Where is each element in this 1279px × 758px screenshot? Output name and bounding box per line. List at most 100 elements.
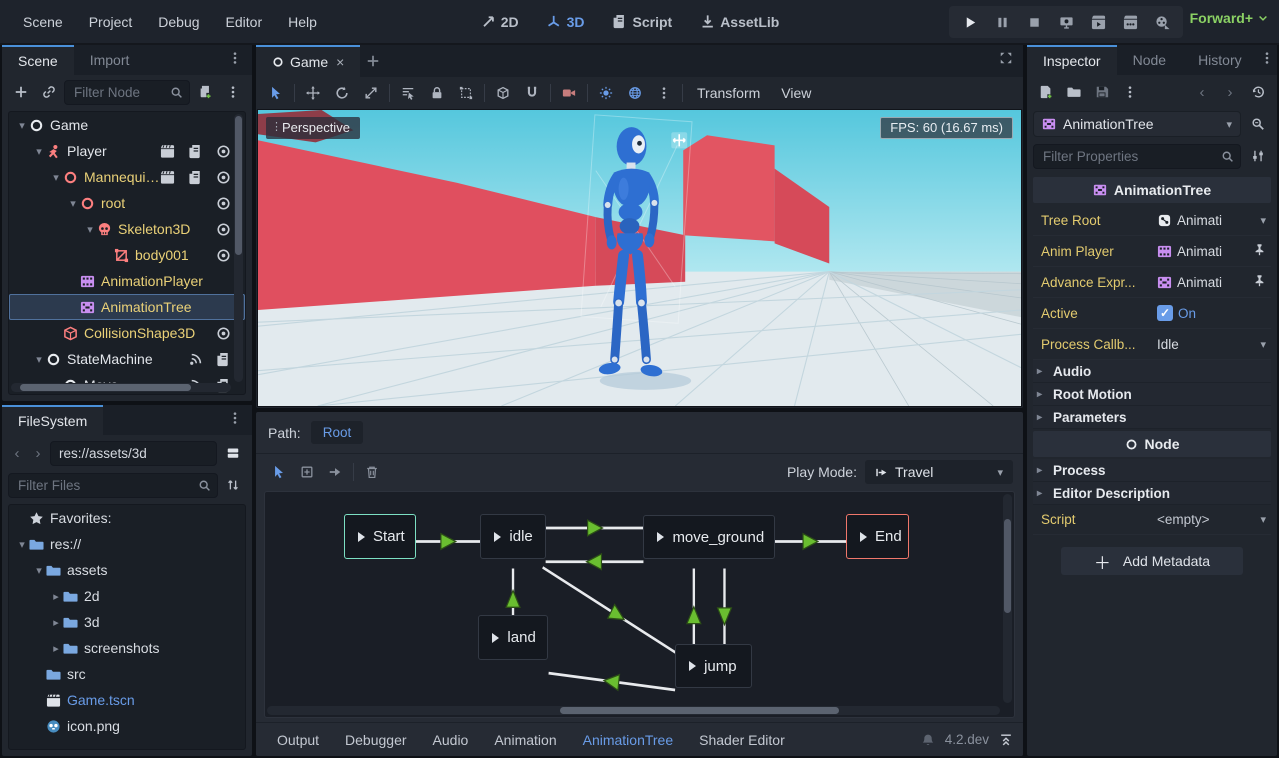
filter-properties-input[interactable] xyxy=(1033,144,1241,169)
preview-sun-button[interactable] xyxy=(592,80,620,106)
filesystem-item-src[interactable]: src xyxy=(9,661,245,687)
tab-scene[interactable]: Scene xyxy=(2,45,74,75)
current-path[interactable]: res://assets/3d xyxy=(50,441,217,466)
filesystem-item-icon-png[interactable]: icon.png xyxy=(9,713,245,739)
rotate-tool-button[interactable] xyxy=(328,80,356,106)
use-snap-button[interactable] xyxy=(518,80,546,106)
create-node-button[interactable] xyxy=(294,459,320,485)
move-tool-button[interactable] xyxy=(299,80,327,106)
nav-back-button[interactable]: ‹ xyxy=(8,445,26,462)
preview-camera-button[interactable] xyxy=(555,80,583,106)
scene-tree-item-root[interactable]: ▾root xyxy=(9,190,245,216)
split-mode-button[interactable] xyxy=(220,440,246,466)
filesystem-item-screenshots[interactable]: ▸screenshots xyxy=(9,635,245,661)
scene-tree-item-animationplayer[interactable]: AnimationPlayer xyxy=(9,268,245,294)
property-value[interactable]: Animati xyxy=(1157,274,1269,290)
property-tools-button[interactable] xyxy=(1245,143,1271,169)
property-value[interactable]: ✓On xyxy=(1157,305,1269,321)
transition-arrow[interactable] xyxy=(587,554,602,570)
menu-editor[interactable]: Editor xyxy=(215,9,274,35)
preview-environment-button[interactable] xyxy=(621,80,649,106)
scene-tree-vscrollbar[interactable] xyxy=(234,114,243,382)
select-tool-button[interactable] xyxy=(262,80,290,106)
play-button[interactable] xyxy=(955,8,985,36)
eye-badge-icon[interactable] xyxy=(216,248,231,263)
play-mode-dropdown[interactable]: Travel ▾ xyxy=(865,460,1013,484)
scene-tree-item-statemachine[interactable]: ▾StateMachine xyxy=(9,346,245,372)
lock-node-button[interactable] xyxy=(423,80,451,106)
chevron-down-icon[interactable]: ▾ xyxy=(15,538,29,551)
chevron-down-icon[interactable]: ▾ xyxy=(49,171,63,184)
tab-filesystem[interactable]: FileSystem xyxy=(2,405,103,435)
pin-icon[interactable] xyxy=(1253,243,1269,259)
scene-tree-hscrollbar[interactable] xyxy=(11,383,231,392)
resource-menu-button[interactable] xyxy=(1117,79,1143,105)
stop-button[interactable] xyxy=(1019,8,1049,36)
expand-bottom-panel-icon[interactable] xyxy=(999,733,1013,747)
workspace-tab-2d[interactable]: 2D xyxy=(472,9,528,35)
chevron-down-icon[interactable]: ▾ xyxy=(15,119,29,132)
property-value[interactable]: Animati xyxy=(1157,243,1269,259)
chevron-down-icon[interactable]: ▾ xyxy=(32,564,46,577)
active-checkbox[interactable]: ✓ xyxy=(1157,305,1173,321)
filesystem-item-game-tscn[interactable]: Game.tscn xyxy=(9,687,245,713)
group-root-motion[interactable]: ▸Root Motion xyxy=(1033,383,1271,406)
transition-arrow[interactable] xyxy=(803,534,818,550)
instance-scene-button[interactable] xyxy=(36,79,62,105)
chevron-right-icon[interactable]: ▸ xyxy=(49,642,63,655)
workspace-tab-3d[interactable]: 3D xyxy=(538,9,594,35)
state-node-move-ground[interactable]: move_ground xyxy=(643,515,775,559)
tab-node[interactable]: Node xyxy=(1117,45,1182,75)
bottom-tab-shader-editor[interactable]: Shader Editor xyxy=(688,728,796,752)
chevron-down-icon[interactable]: ▾ xyxy=(32,353,46,366)
menu-view[interactable]: View xyxy=(771,81,821,105)
bottom-tab-debugger[interactable]: Debugger xyxy=(334,728,418,752)
eye-badge-icon[interactable] xyxy=(216,222,231,237)
transition-arrow[interactable] xyxy=(603,673,619,691)
state-node-idle[interactable]: idle xyxy=(480,514,546,559)
transition-arrow[interactable] xyxy=(588,520,603,536)
remote-debug-button[interactable] xyxy=(1051,8,1081,36)
bottom-tab-output[interactable]: Output xyxy=(266,728,330,752)
filesystem-menu-button[interactable] xyxy=(226,405,252,431)
graph-vscrollbar[interactable] xyxy=(1003,494,1012,703)
group-audio[interactable]: ▸Audio xyxy=(1033,360,1271,383)
script-badge-icon[interactable] xyxy=(216,352,231,367)
chevron-right-icon[interactable]: ▸ xyxy=(49,616,63,629)
open-docs-button[interactable] xyxy=(1245,111,1271,137)
3d-viewport[interactable]: Perspective FPS: 60 (16.67 ms) xyxy=(257,109,1022,407)
pin-icon[interactable] xyxy=(1253,274,1269,290)
chevron-down-icon[interactable]: ▾ xyxy=(1260,338,1269,351)
connect-nodes-button[interactable] xyxy=(322,459,348,485)
preview-settings-button[interactable] xyxy=(650,80,678,106)
filesystem-item-favorites[interactable]: Favorites: xyxy=(9,505,245,531)
perspective-menu[interactable]: Perspective xyxy=(266,117,360,139)
resource-selector[interactable]: AnimationTree ▾ xyxy=(1033,111,1241,137)
sort-files-button[interactable] xyxy=(220,472,246,498)
scene-tree-item-animationtree[interactable]: AnimationTree xyxy=(9,294,245,320)
pause-button[interactable] xyxy=(987,8,1017,36)
state-node-start[interactable]: Start xyxy=(344,514,416,559)
renderer-dropdown[interactable]: Forward+ xyxy=(1190,10,1269,26)
script-value[interactable]: <empty>▾ xyxy=(1157,512,1269,527)
tab-history[interactable]: History xyxy=(1182,45,1258,75)
tab-menu-button[interactable] xyxy=(1258,45,1279,71)
add-metadata-button[interactable]: ＋Add Metadata xyxy=(1061,547,1243,575)
state-node-jump[interactable]: jump xyxy=(675,644,752,688)
chevron-down-icon[interactable]: ▾ xyxy=(32,145,46,158)
save-resource-button[interactable] xyxy=(1089,79,1115,105)
menu-debug[interactable]: Debug xyxy=(147,9,210,35)
list-select-button[interactable] xyxy=(394,80,422,106)
graph-hscrollbar[interactable] xyxy=(267,706,1000,715)
workspace-tab-script[interactable]: Script xyxy=(604,9,682,35)
filesystem-item-2d[interactable]: ▸2d xyxy=(9,583,245,609)
bottom-tab-audio[interactable]: Audio xyxy=(422,728,480,752)
history-forward-button[interactable]: › xyxy=(1217,79,1243,105)
scene-tree-item-body001[interactable]: body001 xyxy=(9,242,245,268)
group-node-button[interactable] xyxy=(452,80,480,106)
eye-badge-icon[interactable] xyxy=(216,144,231,159)
state-machine-graph[interactable]: Startidlemove_groundEndlandjump xyxy=(264,491,1015,718)
add-node-button[interactable] xyxy=(8,79,34,105)
expand-viewport-button[interactable] xyxy=(997,45,1023,71)
property-value[interactable]: Idle▾ xyxy=(1157,337,1269,352)
